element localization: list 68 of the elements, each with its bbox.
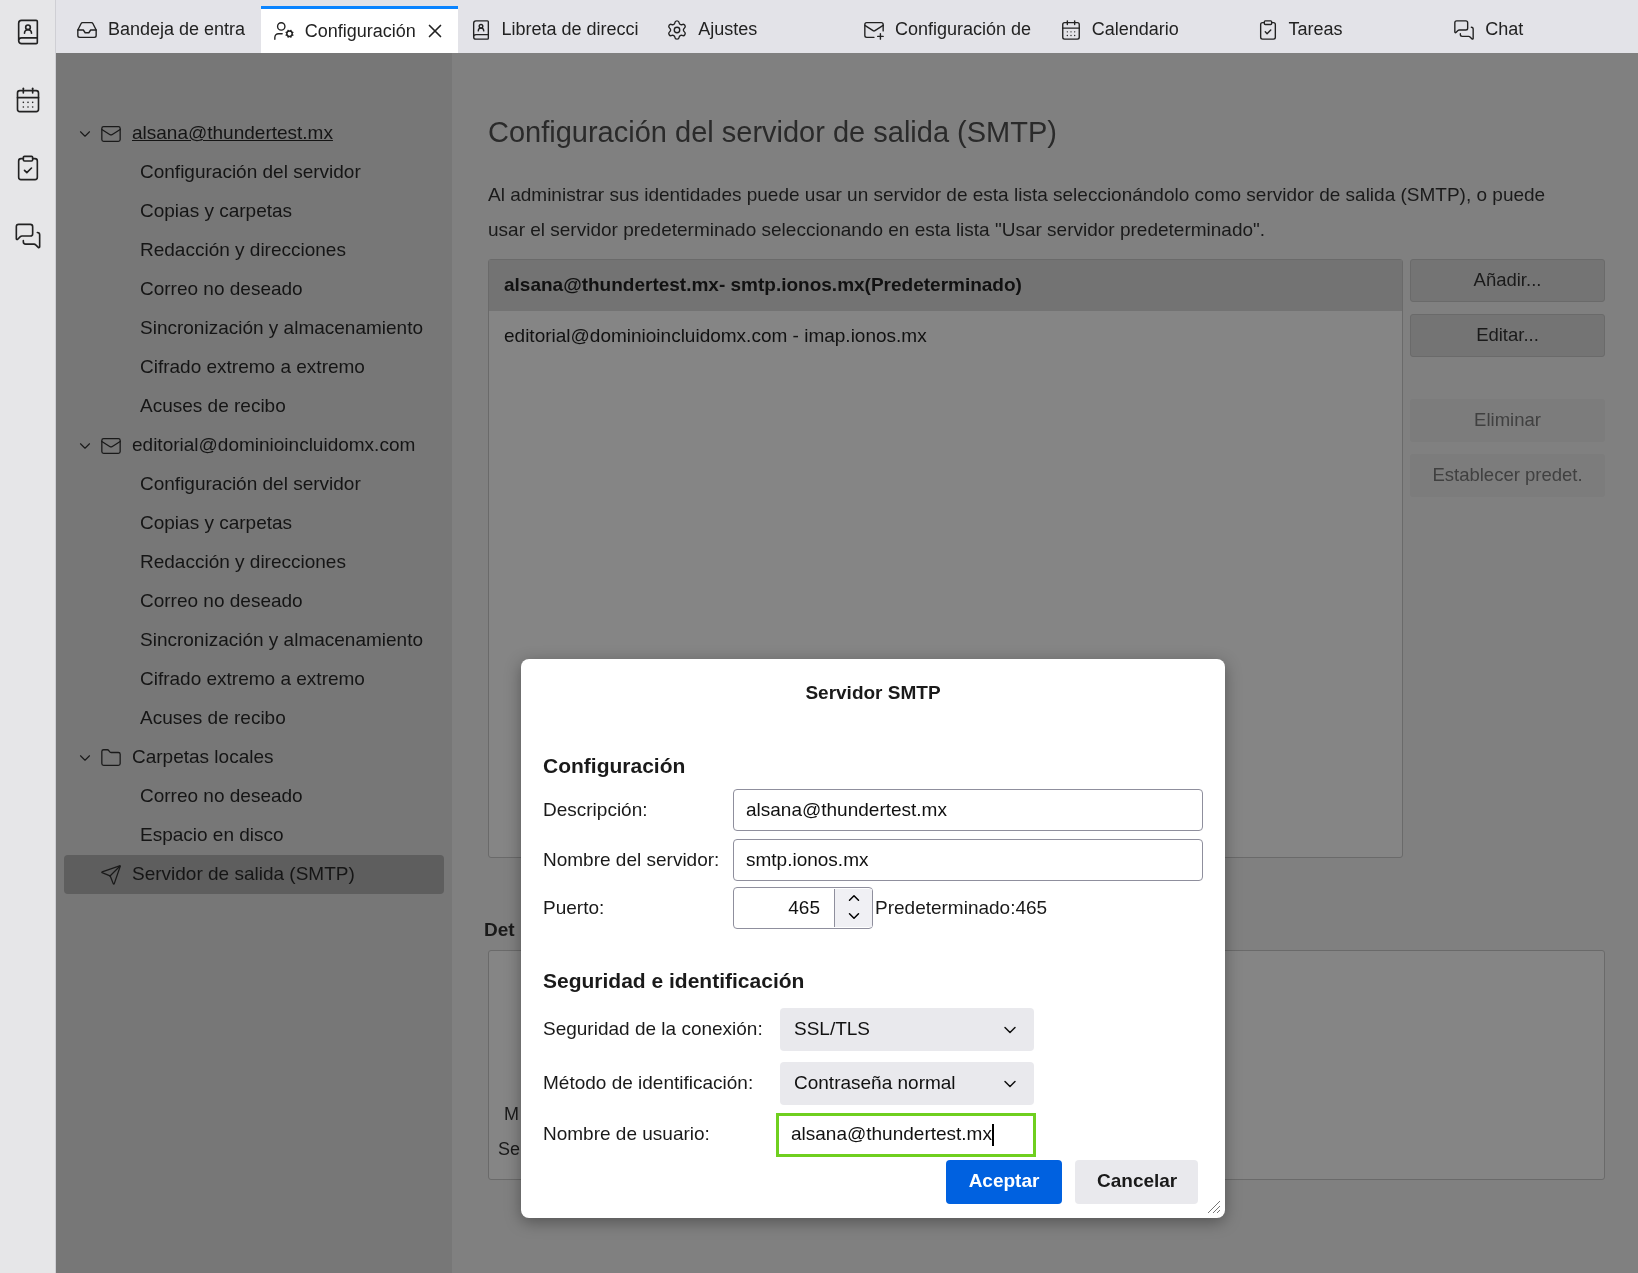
- section-heading: Seguridad e identificación: [543, 968, 806, 994]
- settings-tree-item[interactable]: Configuración del servidor: [64, 153, 444, 192]
- server-row[interactable]: alsana@thundertest.mx- smtp.ionos.mx(Predeterminado): [489, 259, 1402, 311]
- side-button[interactable]: Editar...: [1410, 313, 1605, 357]
- description: Al administrar sus identidades puede usar un servidor de esta lista seleccionándolo como servidor de salida (SMTP), o puede usar el servidor predeterminado seleccionando en esta lista "Usar servidor predeterminado".: [488, 182, 1547, 242]
- tab[interactable]: Ajustes: [654, 6, 851, 53]
- settings-tree-item[interactable]: Copias y carpetas: [64, 192, 444, 231]
- gear-icon: [666, 18, 689, 41]
- settings-tree-item[interactable]: Correo no deseado: [64, 270, 444, 309]
- dropdown[interactable]: Contraseña normal: [780, 1062, 1034, 1105]
- settings-tree-item[interactable]: Copias y carpetas: [64, 504, 444, 543]
- tab[interactable]: Calendario: [1047, 6, 1245, 53]
- settings-tree-item[interactable]: Espacio en disco: [64, 816, 444, 855]
- settings-tree-item[interactable]: Redacción y direcciones: [64, 543, 444, 582]
- field-label: Seguridad de la conexión:: [543, 1017, 764, 1042]
- dialog-button[interactable]: Cancelar: [1075, 1159, 1198, 1204]
- settings-tree-item[interactable]: Acuses de recibo: [64, 699, 444, 738]
- text-field[interactable]: smtp.ionos.mx: [733, 839, 1203, 881]
- field-label: Método de identificación:: [543, 1071, 755, 1096]
- settings-tree-item[interactable]: Cifrado extremo a extremo: [64, 348, 444, 387]
- details-text: Se: [498, 1138, 521, 1161]
- tab[interactable]: Chat: [1441, 6, 1638, 53]
- settings-tree-item[interactable]: Redacción y direcciones: [64, 231, 444, 270]
- folder-icon: [100, 746, 122, 769]
- username-field[interactable]: alsana@thundertest.mx: [776, 1112, 1036, 1157]
- user-gear-icon: [272, 20, 295, 42]
- port-field[interactable]: 465: [733, 887, 873, 929]
- spinner-control[interactable]: [834, 889, 872, 927]
- account-tree-item[interactable]: Servidor de salida (SMTP): [64, 855, 444, 894]
- dropdown[interactable]: SSL/TLS: [780, 1008, 1034, 1051]
- field-label: Nombre del servidor:: [543, 847, 721, 872]
- settings-tree-item[interactable]: Sincronización y almacenamiento: [64, 621, 444, 660]
- field-label: Nombre de usuario:: [543, 1122, 711, 1147]
- settings-tree-item[interactable]: Correo no deseado: [64, 777, 444, 816]
- tab[interactable]: Bandeja de entra: [64, 6, 261, 53]
- settings-tree-item[interactable]: Correo no deseado: [64, 582, 444, 621]
- section-heading: Configuración: [543, 752, 687, 779]
- account-label: alsana@thundertest.mx: [132, 121, 333, 146]
- account-label: Servidor de salida (SMTP): [132, 862, 355, 887]
- field-label: Puerto:: [543, 895, 606, 920]
- settings-tree-item[interactable]: Sincronización y almacenamiento: [64, 309, 444, 348]
- section-heading: Det: [484, 917, 515, 942]
- page-title: Configuración del servidor de salida (SMTP): [488, 115, 1058, 150]
- tab[interactable]: Libreta de direcci: [457, 6, 655, 53]
- details-text: M: [504, 1103, 519, 1126]
- port-hint: Predeterminado:465: [875, 895, 1048, 920]
- account-label: Carpetas locales: [132, 745, 274, 770]
- server-row[interactable]: editorial@dominioincluidomx.com - imap.ionos.mx: [489, 310, 1402, 362]
- settings-tree-item[interactable]: Configuración del servidor: [64, 465, 444, 504]
- settings-tree-item[interactable]: Acuses de recibo: [64, 387, 444, 426]
- chat-icon[interactable]: [13, 222, 42, 250]
- tab[interactable]: Configuración de: [851, 6, 1048, 53]
- chat-icon: [1453, 18, 1476, 41]
- account-tree-item[interactable]: editorial@dominioincluidomx.com: [64, 426, 444, 465]
- resize-grip-icon[interactable]: [1205, 1198, 1221, 1214]
- field-label: Descripción:: [543, 797, 649, 822]
- account-label: editorial@dominioincluidomx.com: [132, 433, 416, 458]
- dialog-title: Servidor SMTP: [804, 681, 942, 705]
- account-tree-item[interactable]: Carpetas locales: [64, 738, 444, 777]
- tab[interactable]: Configuración: [260, 6, 458, 53]
- tab[interactable]: Tareas: [1244, 6, 1442, 53]
- side-button[interactable]: Añadir...: [1410, 258, 1605, 302]
- dialog-button[interactable]: Aceptar: [946, 1159, 1062, 1204]
- settings-tree-item[interactable]: Cifrado extremo a extremo: [64, 660, 444, 699]
- account-tree-item[interactable]: alsana@thundertest.mx: [64, 114, 444, 153]
- send-icon: [100, 863, 122, 886]
- calendar-icon: [1059, 18, 1082, 41]
- text-field[interactable]: alsana@thundertest.mx: [733, 789, 1203, 831]
